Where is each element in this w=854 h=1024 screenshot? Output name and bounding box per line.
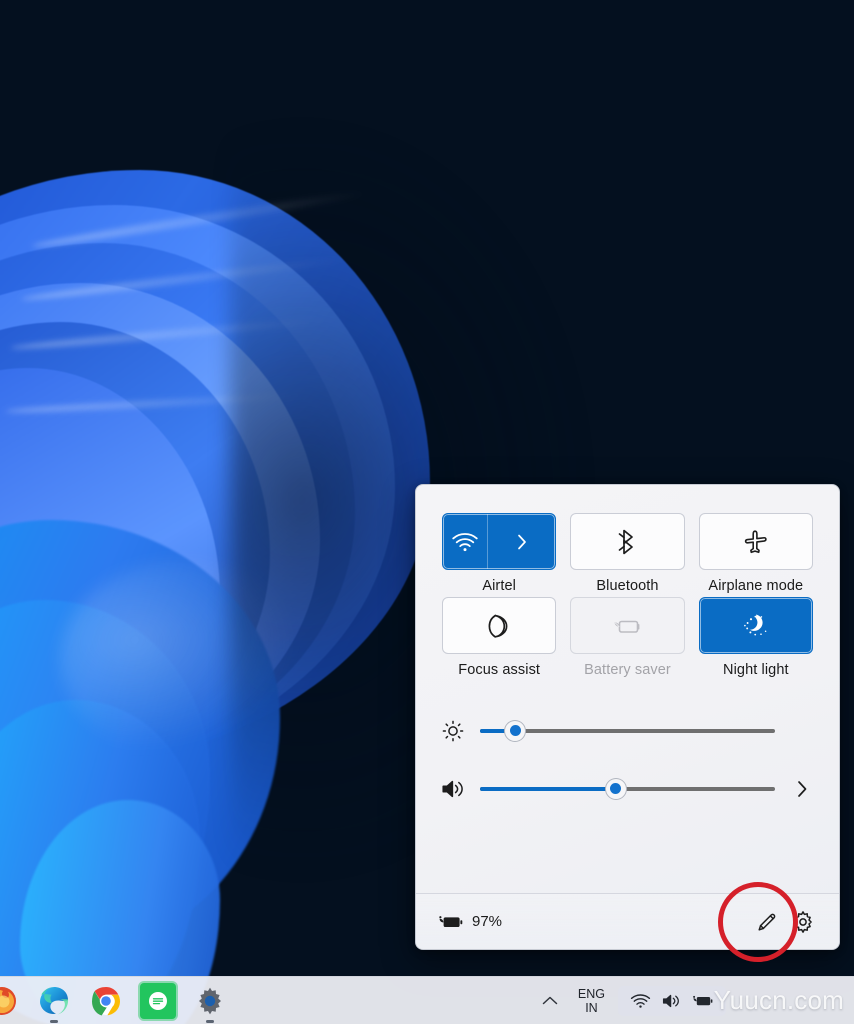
brightness-slider[interactable] [480, 719, 775, 742]
firefox-icon [0, 985, 18, 1017]
tile-label-wifi: Airtel [482, 578, 516, 594]
chevron-up-icon [541, 994, 559, 1008]
taskbar-running-indicator [50, 1019, 58, 1023]
edge-icon [38, 985, 70, 1017]
taskbar-item-settings[interactable] [192, 983, 228, 1023]
tile-bluetooth[interactable] [570, 513, 685, 570]
brightness-icon [440, 720, 466, 742]
message-app-icon [147, 990, 169, 1012]
volume-expand-button[interactable] [789, 779, 815, 799]
bluetooth-icon [617, 529, 637, 555]
tile-wifi-toggle[interactable] [443, 514, 487, 569]
system-tray: ENG IN Yuucn.com [535, 977, 854, 1024]
gear-icon [791, 910, 815, 934]
battery-charging-icon [438, 913, 464, 931]
language-line-1: ENG [577, 986, 605, 1001]
airplane-icon [743, 529, 769, 555]
tile-cell-night-light: Night light [698, 597, 813, 679]
moon-icon [487, 613, 511, 639]
night-light-icon [742, 612, 770, 640]
tile-label-airplane-mode: Airplane mode [708, 578, 804, 594]
volume-slider[interactable] [480, 777, 775, 800]
tile-night-light[interactable] [698, 597, 813, 655]
tile-label-focus-assist: Focus assist [458, 662, 541, 679]
volume-fill [480, 786, 616, 791]
taskbar-item-edge[interactable] [36, 983, 72, 1023]
desktop[interactable]: Airtel Bluetooth Airplane mode Focus ass… [0, 0, 854, 1024]
battery-charging-icon[interactable] [692, 993, 714, 1009]
volume-icon[interactable] [662, 993, 681, 1009]
taskbar-item-firefox[interactable] [0, 983, 20, 1019]
tile-cell-focus-assist: Focus assist [442, 597, 557, 679]
quick-settings-tile-grid: Airtel Bluetooth Airplane mode Focus ass… [416, 485, 839, 680]
chevron-right-icon [516, 533, 528, 551]
gear-icon [195, 986, 225, 1016]
tile-airplane-mode[interactable] [698, 513, 813, 570]
wifi-icon [451, 531, 479, 553]
quick-settings-footer: 97% [416, 893, 839, 949]
volume-thumb[interactable] [604, 777, 627, 800]
taskbar-running-indicator [206, 1019, 214, 1023]
all-settings-button[interactable] [785, 905, 821, 939]
tile-wifi[interactable] [442, 513, 557, 570]
chrome-icon [90, 985, 122, 1017]
tile-wifi-expand-button[interactable] [487, 514, 555, 569]
tile-cell-airplane-mode: Airplane mode [698, 513, 813, 595]
battery-leaf-icon [612, 615, 642, 637]
tile-focus-assist[interactable] [442, 597, 557, 655]
tray-status-group[interactable] [618, 985, 726, 1016]
battery-status: 97% [438, 913, 502, 931]
quick-settings-panel[interactable]: Airtel Bluetooth Airplane mode Focus ass… [415, 484, 840, 950]
tile-label-night-light: Night light [723, 662, 789, 679]
taskbar-item-chrome[interactable] [88, 983, 124, 1019]
tile-label-battery-saver: Battery saver [584, 662, 671, 679]
taskbar-item-whatsapp[interactable] [140, 982, 176, 1019]
edit-quick-settings-button[interactable] [749, 905, 785, 939]
volume-slider-row [440, 760, 815, 818]
tile-cell-wifi: Airtel [442, 513, 557, 595]
tray-overflow-button[interactable] [535, 981, 565, 1021]
quick-settings-sliders [416, 680, 839, 818]
language-indicator[interactable]: ENG IN [569, 987, 614, 1015]
chevron-right-icon [795, 779, 809, 799]
brightness-slider-row [440, 702, 815, 760]
battery-percentage: 97% [472, 913, 503, 930]
language-line-2: IN [585, 1000, 598, 1015]
tile-cell-bluetooth: Bluetooth [570, 513, 685, 595]
taskbar-app-list [0, 982, 228, 1023]
wifi-icon[interactable] [630, 993, 651, 1009]
brightness-thumb[interactable] [504, 719, 527, 742]
tile-battery-saver[interactable] [570, 597, 685, 655]
pencil-icon [755, 910, 779, 934]
tile-cell-battery-saver: Battery saver [570, 597, 685, 679]
taskbar[interactable]: ENG IN Yuucn.com [0, 976, 854, 1024]
volume-icon[interactable] [440, 778, 466, 800]
tile-label-bluetooth: Bluetooth [596, 578, 659, 594]
watermark: Yuucn.com [713, 984, 844, 1015]
